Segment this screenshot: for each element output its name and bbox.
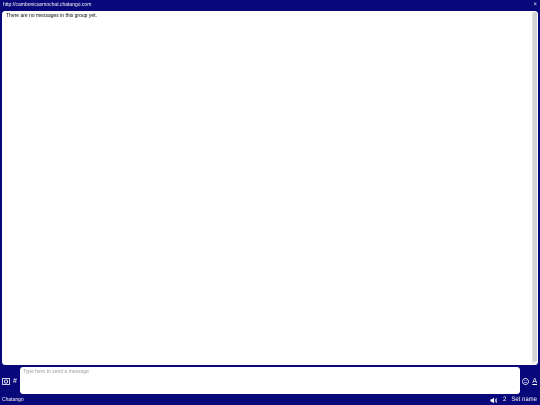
smiley-icon[interactable] xyxy=(522,377,530,385)
empty-messages-text: There are no messages in this group yet. xyxy=(6,13,97,19)
title-bar: http://cambonicasmochat.chatango.com × xyxy=(0,0,540,10)
footer-right: 2 Set name xyxy=(490,395,537,405)
composer-row: # A xyxy=(0,367,540,395)
composer-left-tools: # xyxy=(2,376,17,386)
message-input[interactable] xyxy=(20,367,520,394)
font-icon[interactable]: A xyxy=(532,378,537,385)
window-url: http://cambonicasmochat.chatango.com xyxy=(3,2,92,8)
message-area: There are no messages in this group yet. xyxy=(2,11,538,365)
footer-bar: Chatango 2 Set name xyxy=(0,395,540,405)
brand-link[interactable]: Chatango xyxy=(2,395,24,405)
scrollbar-thumb[interactable] xyxy=(533,12,537,362)
close-icon[interactable]: × xyxy=(533,0,537,10)
message-scrollbar[interactable] xyxy=(532,12,537,364)
speaker-icon[interactable] xyxy=(490,397,498,404)
composer-right-tools: A xyxy=(522,376,537,386)
set-name-button[interactable]: Set name xyxy=(511,395,537,405)
hash-icon[interactable]: # xyxy=(13,378,17,385)
user-count: 2 xyxy=(502,397,507,403)
image-icon[interactable] xyxy=(2,377,10,385)
